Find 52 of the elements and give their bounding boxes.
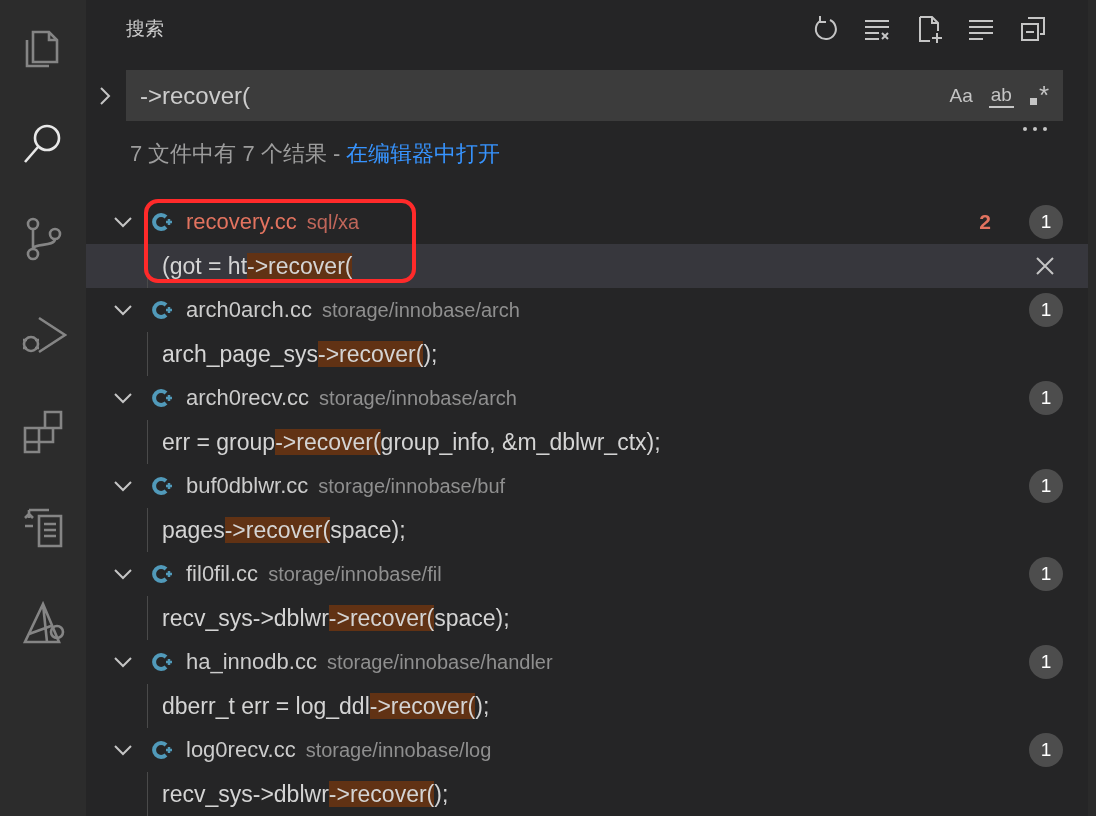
search-field[interactable]: ->recover( Aa ab *	[126, 70, 1063, 122]
match-count-badge: 1	[1029, 293, 1063, 327]
results-summary: 7 文件中有 7 个结果 -	[130, 140, 342, 169]
chevron-down-icon[interactable]	[113, 304, 133, 316]
chevron-down-icon[interactable]	[113, 392, 133, 404]
more-icon[interactable]	[1022, 126, 1048, 133]
cpp-file-icon	[152, 475, 174, 497]
chevron-down-icon[interactable]	[113, 216, 133, 228]
file-name[interactable]: buf0dblwr.cc	[186, 473, 309, 499]
cpp-file-icon	[152, 387, 174, 409]
search-result-line[interactable]: dberr_t err = log_ddl->recover();	[86, 684, 1088, 728]
file-name[interactable]: log0recv.cc	[186, 737, 296, 763]
file-name[interactable]: ha_innodb.cc	[186, 649, 317, 675]
match-count-badge: 1	[1029, 205, 1063, 239]
search-result-line[interactable]: pages->recover(space);	[86, 508, 1088, 552]
match-count-badge: 1	[1029, 733, 1063, 767]
problem-count: 2	[979, 210, 991, 234]
close-icon[interactable]	[1035, 256, 1055, 276]
file-name[interactable]: arch0recv.cc	[186, 385, 310, 411]
match-count-badge: 1	[1029, 557, 1063, 591]
match-count-badge: 1	[1029, 645, 1063, 679]
panel-title: 搜索	[126, 17, 164, 42]
search-result-line[interactable]: err = group->recover(group_info, &m_dblwr_ctx);	[86, 420, 1088, 464]
cpp-file-icon	[152, 211, 174, 233]
cpp-file-icon	[152, 739, 174, 761]
chevron-down-icon[interactable]	[113, 744, 133, 756]
regex-toggle[interactable]: *	[1027, 80, 1051, 112]
chevron-down-icon[interactable]	[113, 480, 133, 492]
chevron-right-icon[interactable]	[99, 85, 111, 106]
file-path: storage/innobase/arch	[319, 386, 517, 410]
file-path: storage/innobase/arch	[321, 298, 520, 322]
file-name[interactable]: fil0fil.cc	[186, 561, 259, 587]
file-name[interactable]: arch0arch.cc	[186, 297, 312, 323]
open-in-editor-link[interactable]: 在编辑器中打开	[346, 139, 501, 170]
file-path: storage/innobase/fil	[268, 562, 442, 586]
file-path: storage/innobase/log	[305, 738, 492, 762]
cpp-file-icon	[152, 299, 174, 321]
chevron-down-icon[interactable]	[113, 656, 133, 668]
whole-word-toggle[interactable]: ab	[988, 83, 1014, 108]
match-case-toggle[interactable]: Aa	[947, 84, 975, 107]
match-count-badge: 1	[1029, 381, 1063, 415]
match-count-badge: 1	[1029, 469, 1063, 503]
file-name[interactable]: recovery.cc	[186, 209, 297, 235]
search-result-line[interactable]: arch_page_sys->recover();	[86, 332, 1088, 376]
file-path: storage/innobase/handler	[326, 650, 553, 674]
file-path: sql/xa	[306, 210, 360, 234]
file-path: storage/innobase/buf	[318, 474, 506, 498]
cpp-file-icon	[152, 563, 174, 585]
search-result-line[interactable]: recv_sys->dblwr->recover(space);	[86, 596, 1088, 640]
chevron-down-icon[interactable]	[113, 568, 133, 580]
search-result-line[interactable]: recv_sys->dblwr->recover();	[86, 772, 1088, 816]
cpp-file-icon	[152, 651, 174, 673]
